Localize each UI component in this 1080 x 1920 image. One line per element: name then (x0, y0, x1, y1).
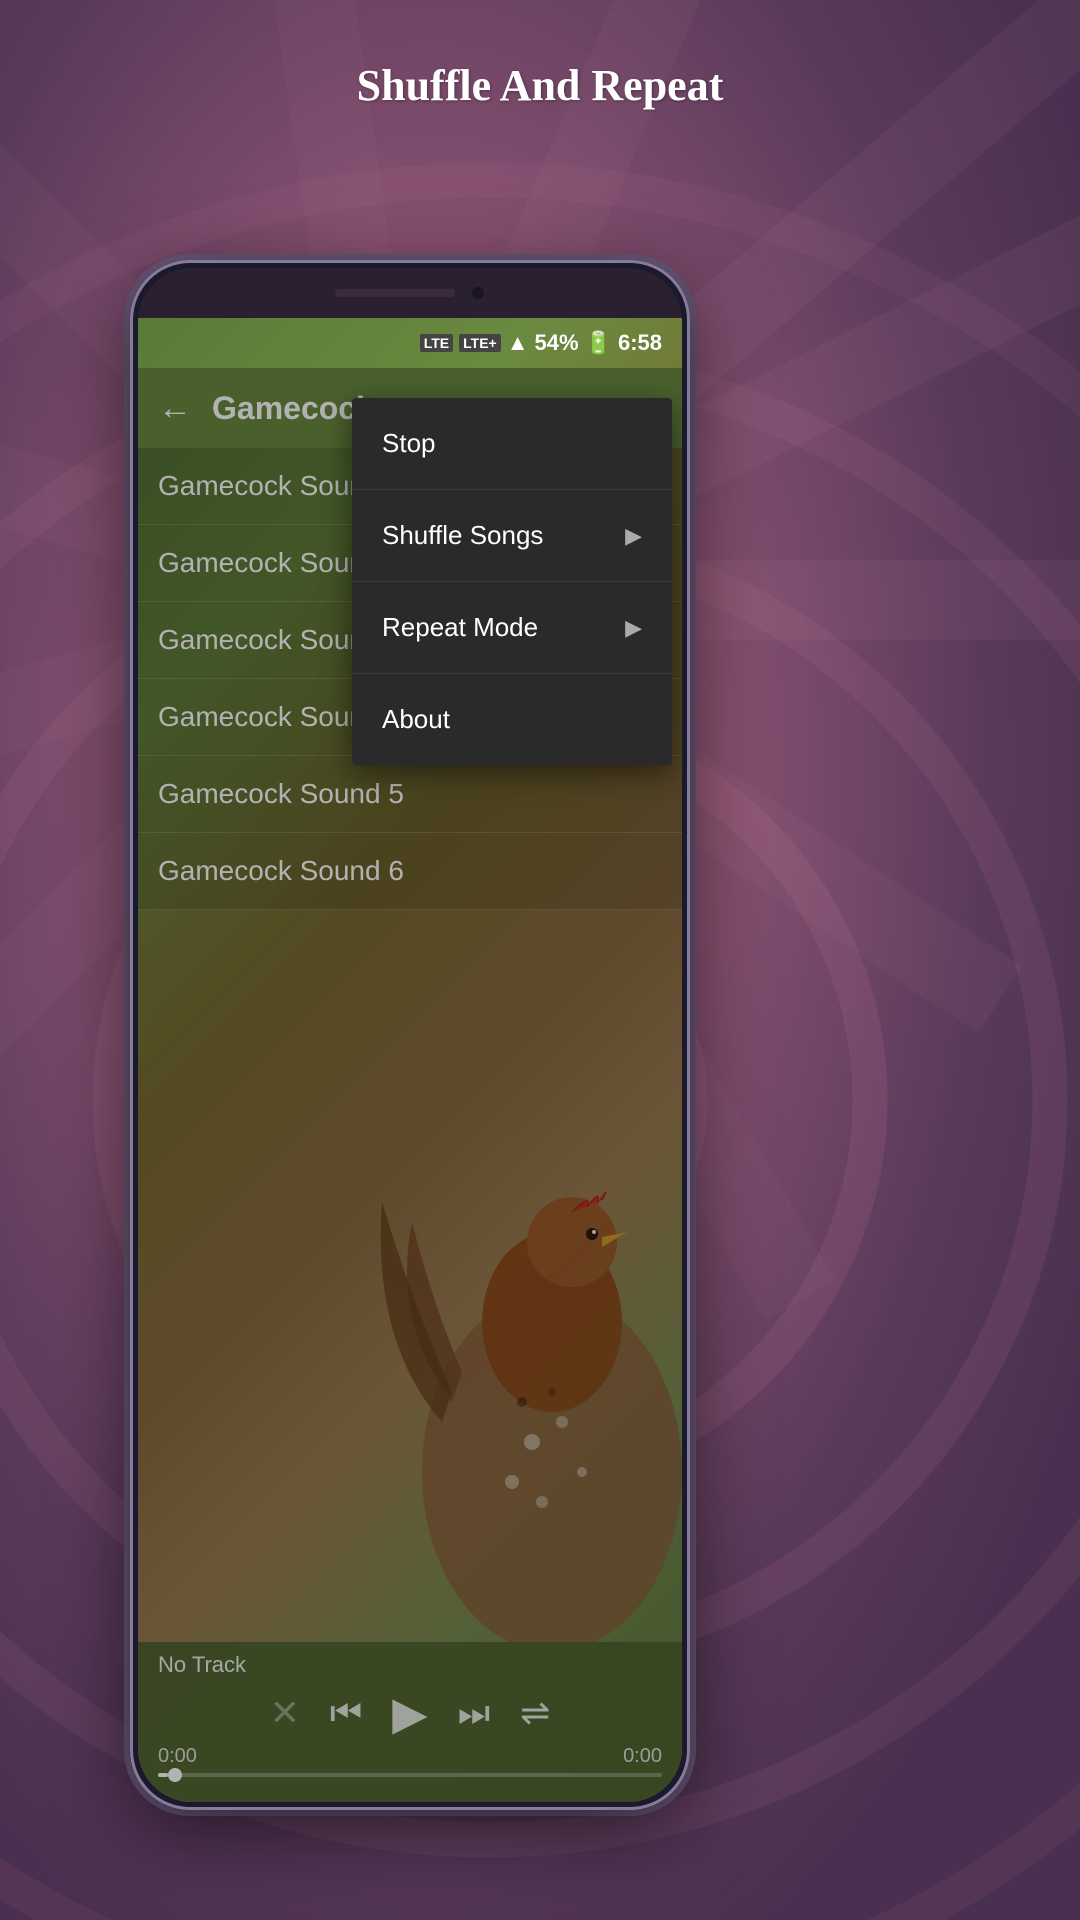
battery-pct: 54% (535, 330, 579, 356)
menu-item-repeat[interactable]: Repeat Mode ▶ (352, 582, 672, 674)
lte2-badge: LTE+ (459, 334, 501, 352)
phone-inner: LTE LTE+ ▲ 54% 🔋 6:58 ← Gamecock Gamecoc… (138, 268, 682, 1802)
menu-repeat-label: Repeat Mode (382, 612, 538, 643)
menu-shuffle-label: Shuffle Songs (382, 520, 543, 551)
page-title: Shuffle And Repeat (0, 60, 1080, 111)
battery-icon: 🔋 (585, 330, 612, 356)
menu-item-shuffle[interactable]: Shuffle Songs ▶ (352, 490, 672, 582)
status-bar: LTE LTE+ ▲ 54% 🔋 6:58 (138, 318, 682, 368)
phone-notch (138, 268, 682, 318)
repeat-arrow-icon: ▶ (625, 615, 642, 641)
status-icons: LTE LTE+ ▲ 54% 🔋 6:58 (420, 330, 662, 356)
menu-item-about[interactable]: About (352, 674, 672, 765)
menu-stop-label: Stop (382, 428, 436, 459)
shuffle-arrow-icon: ▶ (625, 523, 642, 549)
lte1-badge: LTE (420, 334, 453, 352)
menu-about-label: About (382, 704, 450, 735)
camera (470, 285, 486, 301)
phone-screen: LTE LTE+ ▲ 54% 🔋 6:58 ← Gamecock Gamecoc… (138, 318, 682, 1802)
menu-item-stop[interactable]: Stop (352, 398, 672, 490)
context-menu: Stop Shuffle Songs ▶ Repeat Mode ▶ About (352, 398, 672, 765)
context-menu-overlay[interactable]: Stop Shuffle Songs ▶ Repeat Mode ▶ About (138, 368, 682, 1802)
speaker (335, 289, 455, 297)
phone-frame: LTE LTE+ ▲ 54% 🔋 6:58 ← Gamecock Gamecoc… (130, 260, 690, 1810)
time-display: 6:58 (618, 330, 662, 356)
signal-icon: ▲ (507, 330, 529, 356)
